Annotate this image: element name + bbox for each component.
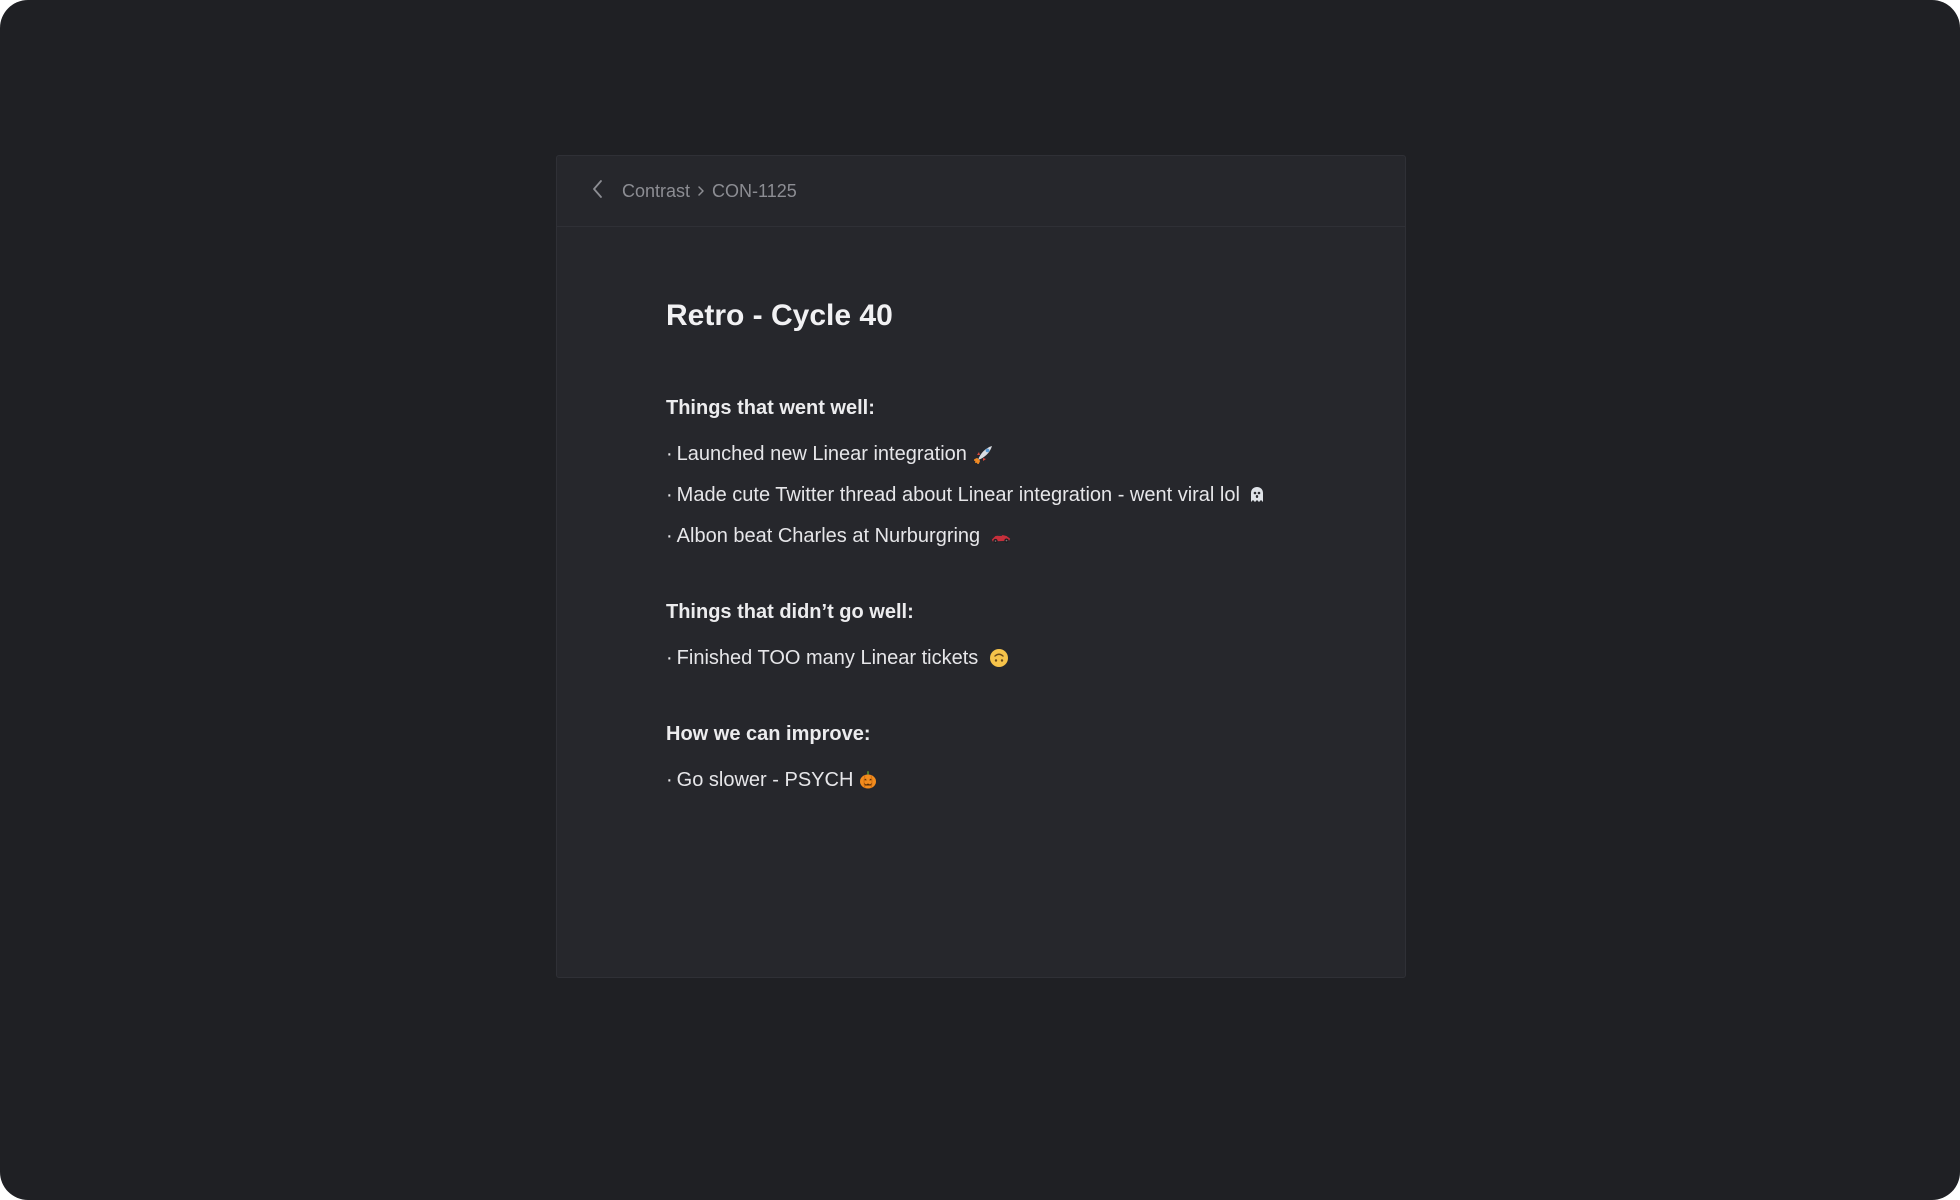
chevron-right-icon [692, 179, 710, 203]
list-item: · Finished TOO many Linear tickets [666, 644, 1345, 672]
list-item-text: Made cute Twitter thread about Linear in… [676, 484, 1240, 506]
list-item: · Launched new Linear integration [666, 440, 1345, 468]
breadcrumb-project[interactable]: Contrast [622, 179, 690, 203]
list-item-text: Go slower - PSYCH [676, 769, 854, 791]
app-background: Contrast CON-1125 Retro - Cycle 40 Thing… [0, 0, 1960, 1200]
chevron-left-icon [591, 179, 605, 204]
list-item: · Made cute Twitter thread about Linear … [666, 481, 1345, 509]
list-item-text: Albon beat Charles at Nurburgring [676, 525, 981, 547]
rocket-icon [973, 443, 995, 465]
section-went-well: Things that went well: · Launched new Li… [666, 394, 1345, 550]
list-item: · Albon beat Charles at Nurburgring [666, 522, 1345, 550]
section-heading: Things that went well: [666, 397, 875, 419]
list-item: · Go slower - PSYCH [666, 766, 1345, 794]
pumpkin-icon [857, 769, 879, 791]
page-title: Retro - Cycle 40 [666, 299, 893, 332]
section-heading: How we can improve: [666, 723, 871, 745]
upside-down-face-icon [988, 647, 1010, 669]
race-car-icon [990, 525, 1012, 547]
document-body: Retro - Cycle 40 Things that went well: … [666, 296, 1345, 794]
breadcrumb-issue[interactable]: CON-1125 [712, 179, 797, 203]
list-item-text: Launched new Linear integration [676, 443, 967, 465]
ghost-icon [1246, 484, 1268, 506]
section-heading: Things that didn’t go well: [666, 601, 914, 623]
section-how-to-improve: How we can improve: · Go slower - PSYCH [666, 720, 1345, 794]
list-item-text: Finished TOO many Linear tickets [676, 647, 979, 669]
section-didnt-go-well: Things that didn’t go well: · Finished T… [666, 598, 1345, 672]
breadcrumb: Contrast CON-1125 [557, 156, 1405, 227]
back-button[interactable] [586, 179, 610, 203]
document-panel: Contrast CON-1125 Retro - Cycle 40 Thing… [556, 155, 1406, 978]
